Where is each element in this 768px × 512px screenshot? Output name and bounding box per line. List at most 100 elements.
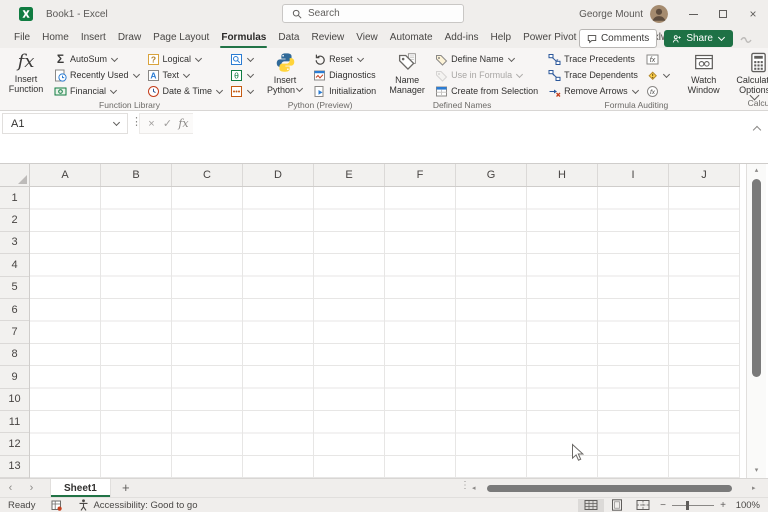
collapse-ribbon-button[interactable]: [751, 86, 758, 104]
scroll-right-icon[interactable]: ▸: [752, 481, 756, 496]
account-name[interactable]: George Mount: [579, 9, 643, 20]
ribbon-tab-help[interactable]: Help: [485, 28, 518, 48]
text-button[interactable]: A Text: [145, 67, 226, 83]
zoom-out-button[interactable]: −: [656, 500, 670, 511]
row-header[interactable]: 4: [0, 254, 29, 276]
new-sheet-button[interactable]: +: [111, 479, 141, 497]
row-header[interactable]: 12: [0, 433, 29, 455]
ribbon-tab-power-pivot[interactable]: Power Pivot: [517, 28, 582, 48]
trace-dependents-button[interactable]: Trace Dependents: [546, 67, 641, 83]
error-checking-button[interactable]: [644, 67, 672, 83]
row-header[interactable]: 13: [0, 456, 29, 478]
collapse-formula-bar-button[interactable]: [754, 120, 760, 138]
page-layout-view-button[interactable]: [604, 499, 630, 512]
scroll-down-icon[interactable]: ▾: [747, 466, 766, 476]
ribbon-tab-add-ins[interactable]: Add-ins: [439, 28, 485, 48]
restore-button[interactable]: [708, 0, 738, 28]
zoom-in-button[interactable]: +: [716, 500, 730, 511]
normal-view-button[interactable]: [578, 499, 604, 512]
column-header[interactable]: J: [669, 164, 740, 186]
sheet-tab-sheet1[interactable]: Sheet1: [50, 479, 111, 497]
ribbon-tab-formulas[interactable]: Formulas: [215, 28, 272, 48]
trace-precedents-button[interactable]: Trace Precedents: [546, 51, 641, 67]
show-formulas-button[interactable]: fx: [644, 51, 672, 67]
formula-input[interactable]: [193, 113, 742, 134]
vertical-scrollbar[interactable]: ▴ ▾: [746, 164, 766, 478]
lookup-reference-button[interactable]: [228, 51, 256, 67]
more-functions-button[interactable]: [228, 83, 256, 99]
column-header[interactable]: H: [527, 164, 598, 186]
user-avatar[interactable]: [650, 5, 668, 23]
ribbon-tab-file[interactable]: File: [8, 28, 36, 48]
previous-sheet-button[interactable]: ‹: [0, 479, 21, 497]
row-header[interactable]: 8: [0, 344, 29, 366]
recently-used-button[interactable]: Recently Used: [52, 67, 142, 83]
insert-function-fx-button[interactable]: fx: [176, 117, 191, 130]
scroll-up-icon[interactable]: ▴: [747, 166, 766, 176]
comments-button[interactable]: Comments: [579, 29, 657, 48]
ribbon-tab-home[interactable]: Home: [36, 28, 75, 48]
cancel-button[interactable]: ×: [144, 118, 159, 130]
remove-arrows-button[interactable]: Remove Arrows: [546, 83, 641, 99]
ribbon-tab-page-layout[interactable]: Page Layout: [147, 28, 215, 48]
row-header[interactable]: 10: [0, 389, 29, 411]
cells-area[interactable]: [30, 187, 740, 478]
zoom-level-label[interactable]: 100%: [730, 500, 760, 511]
scroll-left-icon[interactable]: ◂: [472, 481, 476, 496]
initialization-button[interactable]: Initialization: [311, 83, 378, 99]
row-header[interactable]: 3: [0, 232, 29, 254]
column-header[interactable]: F: [385, 164, 456, 186]
ribbon-tab-insert[interactable]: Insert: [75, 28, 112, 48]
name-manager-button[interactable]: Name Manager: [384, 50, 430, 95]
ribbon-tab-automate[interactable]: Automate: [384, 28, 439, 48]
search-box[interactable]: Search: [282, 4, 464, 23]
row-header[interactable]: 11: [0, 411, 29, 433]
column-header[interactable]: E: [314, 164, 385, 186]
ribbon-tab-draw[interactable]: Draw: [112, 28, 147, 48]
create-from-selection-button[interactable]: Create from Selection: [433, 83, 540, 99]
enter-button[interactable]: ✓: [160, 117, 175, 130]
autosum-button[interactable]: Σ AutoSum: [52, 51, 142, 67]
column-header[interactable]: A: [30, 164, 101, 186]
accessibility-status-label[interactable]: Accessibility: Good to go: [93, 500, 197, 511]
tab-area-resize-handle[interactable]: ⋮: [460, 480, 470, 491]
vertical-scrollbar-thumb[interactable]: [752, 179, 761, 377]
ribbon-tab-view[interactable]: View: [350, 28, 384, 48]
logical-button[interactable]: ? Logical: [145, 51, 226, 67]
watch-window-button[interactable]: Watch Window: [681, 50, 727, 95]
row-header[interactable]: 7: [0, 321, 29, 343]
math-trig-button[interactable]: θ: [228, 67, 256, 83]
name-box[interactable]: A1: [2, 113, 128, 134]
zoom-slider-thumb[interactable]: [686, 501, 689, 510]
next-sheet-button[interactable]: ›: [21, 479, 42, 497]
column-header[interactable]: B: [101, 164, 172, 186]
column-header[interactable]: G: [456, 164, 527, 186]
row-header[interactable]: 6: [0, 299, 29, 321]
close-button[interactable]: ×: [738, 0, 768, 28]
macro-recording-icon[interactable]: [51, 500, 62, 511]
column-header[interactable]: D: [243, 164, 314, 186]
accessibility-icon[interactable]: [78, 499, 89, 511]
row-header[interactable]: 2: [0, 209, 29, 231]
share-button[interactable]: Share: [664, 30, 733, 47]
insert-python-button[interactable]: Insert Python: [262, 50, 308, 95]
column-header[interactable]: C: [172, 164, 243, 186]
insert-function-button[interactable]: fx Insert Function: [3, 50, 49, 94]
financial-button[interactable]: Financial: [52, 83, 142, 99]
row-header[interactable]: 5: [0, 277, 29, 299]
row-header[interactable]: 1: [0, 187, 29, 209]
minimize-button[interactable]: [678, 0, 708, 28]
zoom-slider[interactable]: [672, 505, 714, 506]
select-all-button[interactable]: [0, 164, 30, 187]
define-name-button[interactable]: Define Name: [433, 51, 540, 67]
ribbon-tab-review[interactable]: Review: [305, 28, 350, 48]
date-time-button[interactable]: Date & Time: [145, 83, 226, 99]
column-header[interactable]: I: [598, 164, 669, 186]
horizontal-scrollbar-thumb[interactable]: [487, 485, 732, 492]
page-break-preview-button[interactable]: [630, 499, 656, 512]
row-header[interactable]: 9: [0, 366, 29, 388]
evaluate-formula-button[interactable]: fx: [644, 83, 672, 99]
ribbon-tab-data[interactable]: Data: [272, 28, 305, 48]
diagnostics-button[interactable]: Diagnostics: [311, 67, 378, 83]
ribbon-options-icon[interactable]: [740, 35, 762, 43]
